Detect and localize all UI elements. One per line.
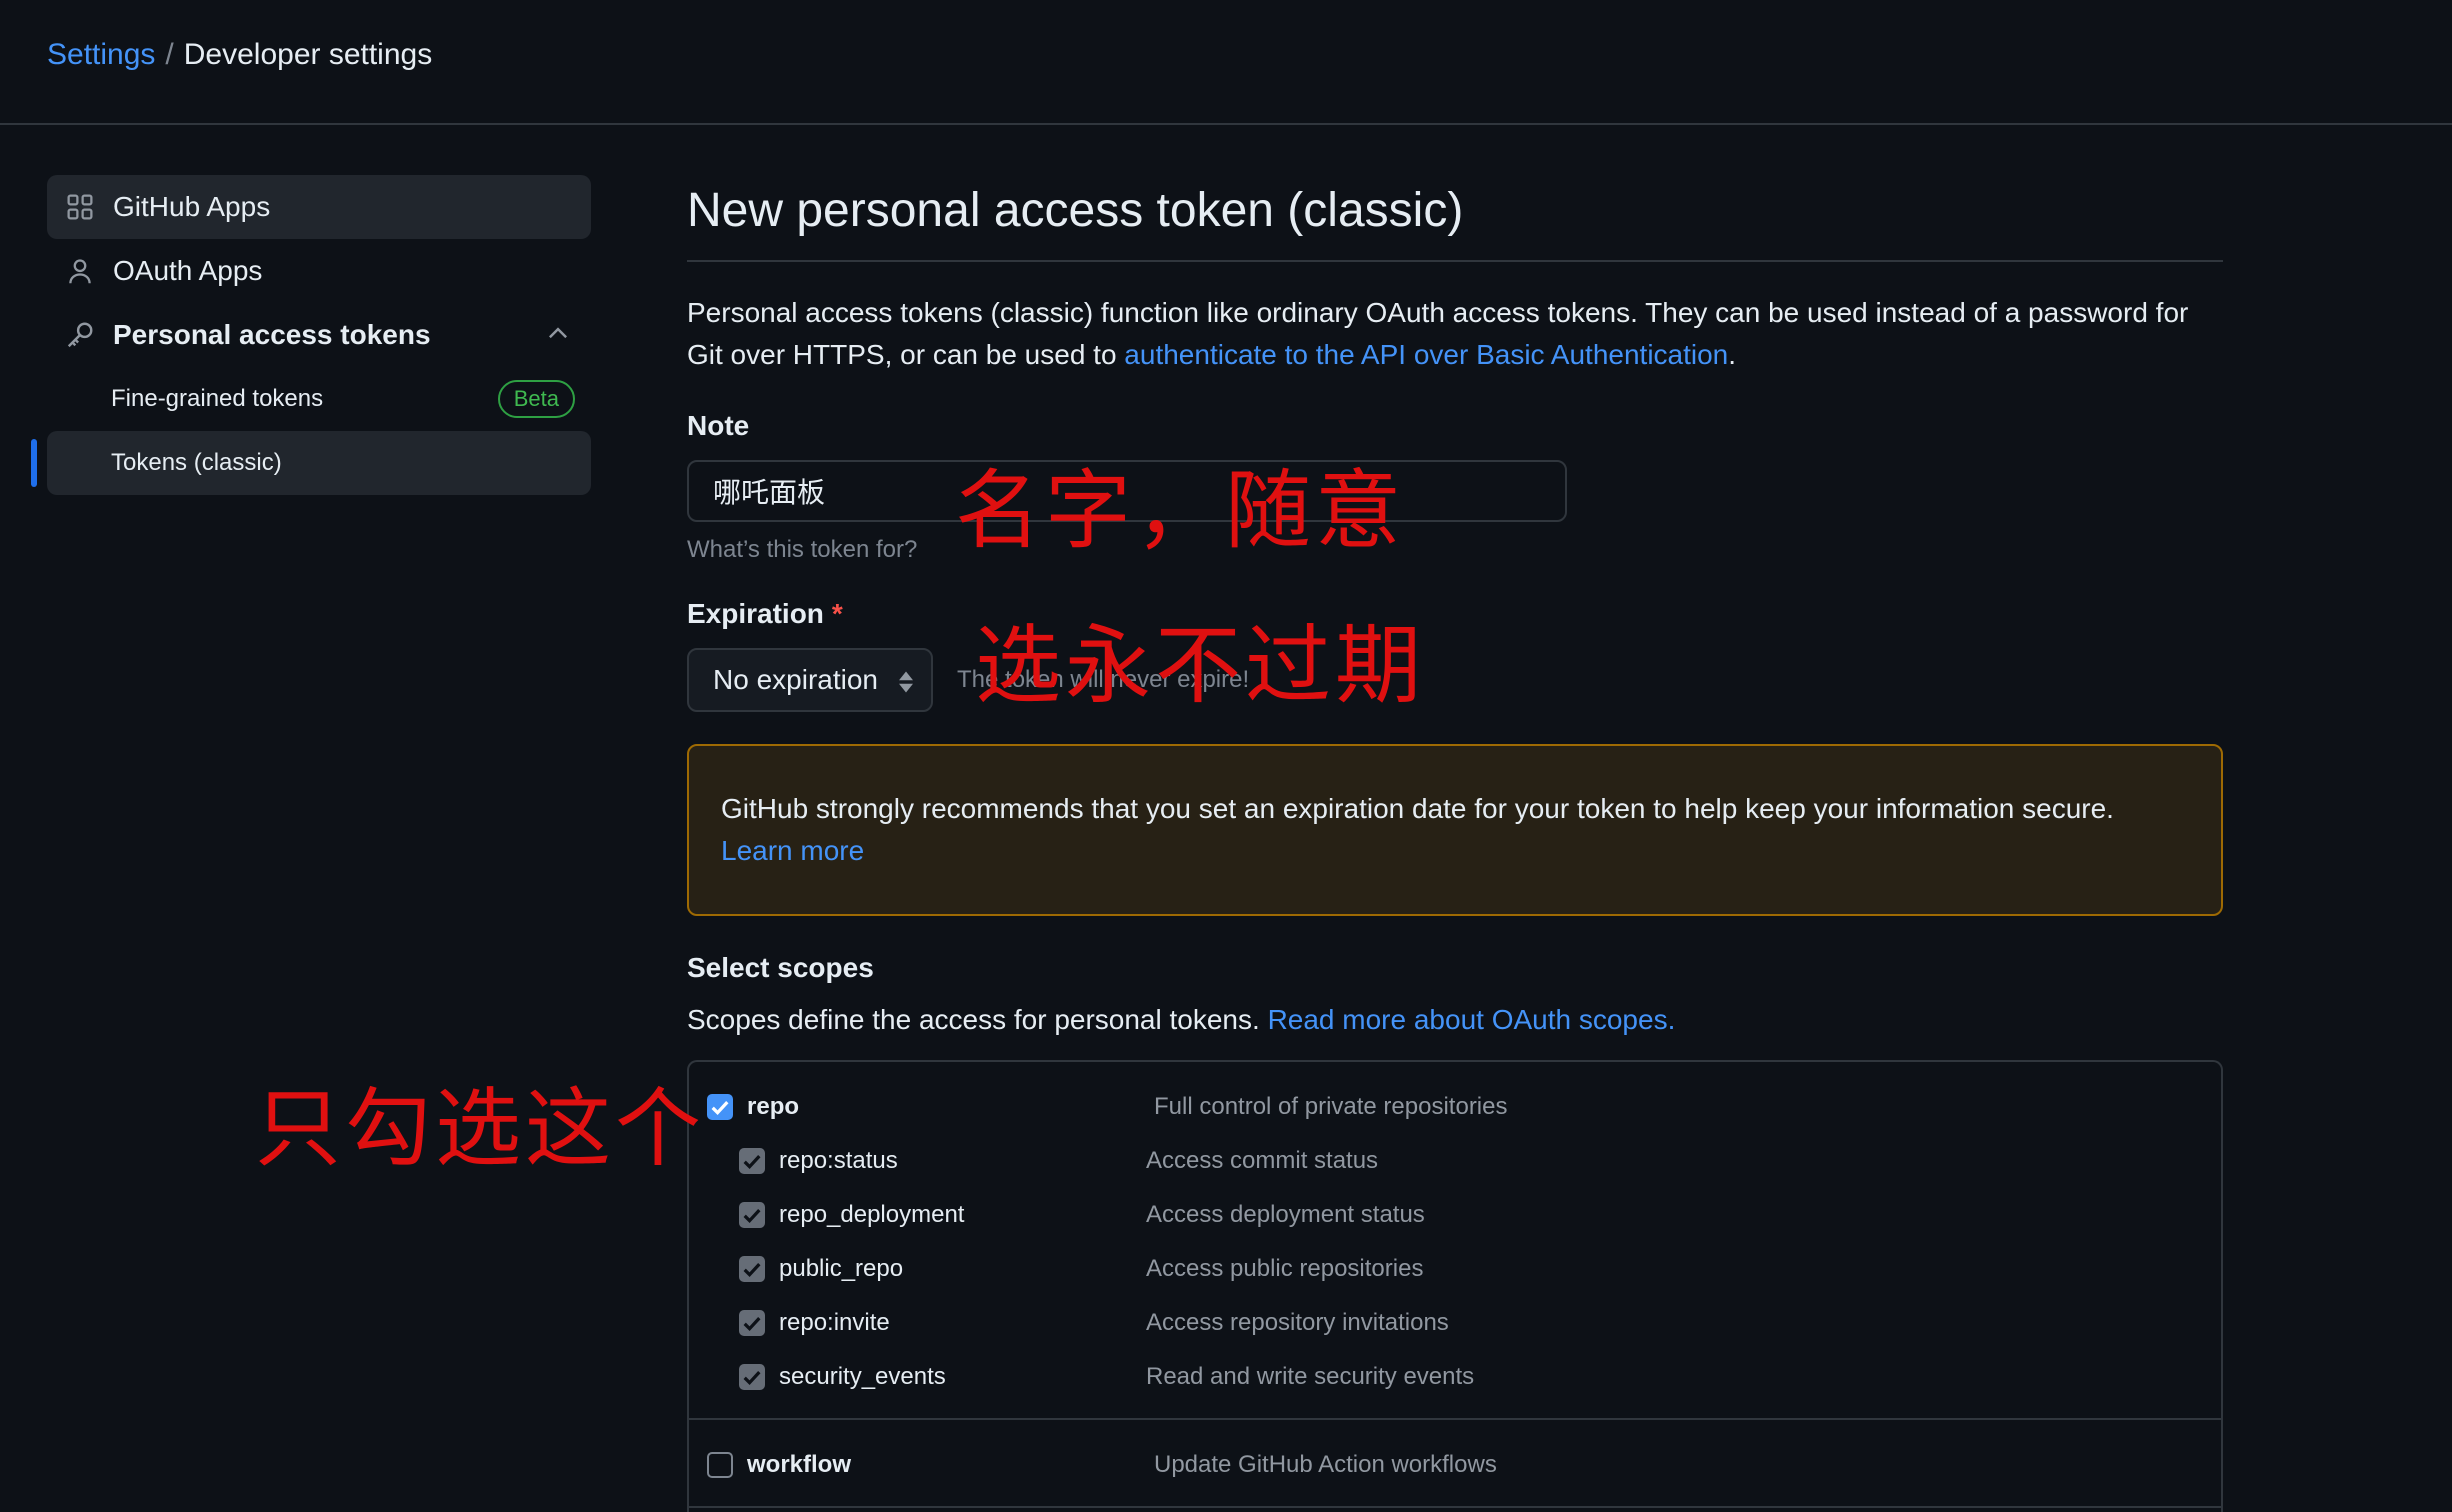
scopes-description: Scopes define the access for personal to…: [687, 1004, 2223, 1036]
scope-name: repo:invite: [779, 1309, 890, 1336]
annotation-scope: 只勾选这个: [255, 1079, 705, 1179]
basic-auth-link[interactable]: authenticate to the API over Basic Authe…: [1124, 339, 1728, 370]
breadcrumb-current: Developer settings: [183, 38, 433, 71]
scope-group-repo: repo Full control of private repositorie…: [689, 1062, 2221, 1420]
scope-desc: Update GitHub Action workflows: [1154, 1451, 1497, 1478]
sidebar-item-label: Tokens (classic): [111, 449, 282, 476]
scope-name: public_repo: [779, 1255, 904, 1282]
scope-desc: Full control of private repositories: [1154, 1093, 1508, 1120]
expiration-row: No expiration The token will never expir…: [687, 648, 2223, 712]
chevron-up-icon[interactable]: [545, 321, 571, 354]
expiration-label: Expiration *: [687, 598, 2223, 630]
sidebar: GitHub Apps OAuth Apps Personal access t…: [31, 175, 591, 495]
scope-name: repo: [747, 1093, 800, 1120]
scope-desc: Access repository invitations: [1146, 1309, 1449, 1336]
page-description: Personal access tokens (classic) functio…: [687, 292, 2223, 376]
key-icon: [63, 318, 97, 352]
page-title: New personal access token (classic): [687, 183, 2223, 262]
public-repo-checkbox[interactable]: [739, 1256, 765, 1282]
sidebar-item-label: OAuth Apps: [113, 255, 263, 286]
breadcrumb: Settings / Developer settings: [47, 38, 432, 72]
note-label: Note: [687, 410, 750, 441]
scope-row-public-repo: public_repo Access public repositories: [689, 1242, 2221, 1296]
repo-checkbox[interactable]: [707, 1094, 733, 1120]
breadcrumb-separator: /: [165, 38, 174, 71]
scope-row-repo-invite: repo:invite Access repository invitation…: [689, 1296, 2221, 1350]
scope-group-workflow: workflow Update GitHub Action workflows: [689, 1420, 2221, 1508]
annotation-name: 名字，随意: [955, 461, 1405, 561]
sidebar-item-fine-grained-tokens[interactable]: Fine-grained tokens Beta: [47, 367, 591, 431]
description-end: .: [1728, 339, 1737, 370]
sidebar-item-github-apps[interactable]: GitHub Apps: [47, 175, 591, 239]
repo-invite-checkbox[interactable]: [739, 1310, 765, 1336]
scope-row-repo-deployment: repo_deployment Access deployment status: [689, 1188, 2221, 1242]
expiration-select-value: No expiration: [713, 664, 878, 695]
expiration-warning: GitHub strongly recommends that you set …: [687, 744, 2223, 916]
scope-desc: Read and write security events: [1146, 1363, 1475, 1390]
scope-name: security_events: [779, 1363, 946, 1390]
scope-desc: Access commit status: [1146, 1147, 1379, 1174]
scopes-desc-text: Scopes define the access for personal to…: [687, 1004, 1268, 1035]
scope-row-repo: repo Full control of private repositorie…: [689, 1080, 2221, 1134]
sidebar-item-personal-access-tokens[interactable]: Personal access tokens: [47, 303, 591, 367]
expiration-select[interactable]: No expiration: [687, 648, 933, 712]
active-indicator: [31, 439, 37, 487]
scope-desc: Access deployment status: [1146, 1201, 1425, 1228]
repo-deployment-checkbox[interactable]: [739, 1202, 765, 1228]
select-arrows-icon: [897, 668, 915, 703]
apps-grid-icon: [63, 190, 97, 224]
sidebar-item-tokens-classic[interactable]: Tokens (classic): [31, 431, 591, 495]
scope-name: repo_deployment: [779, 1201, 965, 1228]
note-hint: What’s this token for?: [687, 536, 918, 563]
sidebar-item-oauth-apps[interactable]: OAuth Apps: [47, 239, 591, 303]
scope-desc: Access public repositories: [1146, 1255, 1424, 1282]
beta-badge: Beta: [497, 380, 575, 418]
scopes-title: Select scopes: [687, 952, 874, 983]
learn-more-link[interactable]: Learn more: [721, 835, 864, 866]
sidebar-item-label: GitHub Apps: [113, 191, 271, 222]
security-events-checkbox[interactable]: [739, 1364, 765, 1390]
oauth-scopes-link[interactable]: Read more about OAuth scopes.: [1268, 1004, 1676, 1035]
scope-name: repo:status: [779, 1147, 898, 1174]
top-bar: Settings / Developer settings: [0, 0, 2452, 125]
scope-row-security-events: security_events Read and write security …: [689, 1350, 2221, 1404]
scope-name: workflow: [747, 1451, 852, 1478]
annotation-expiration: 选永不过期: [975, 616, 1425, 716]
scope-row-workflow: workflow Update GitHub Action workflows: [689, 1438, 2221, 1492]
warning-text: GitHub strongly recommends that you set …: [721, 793, 2114, 824]
repo-status-checkbox[interactable]: [739, 1148, 765, 1174]
scopes-list: repo Full control of private repositorie…: [687, 1060, 2223, 1512]
workflow-checkbox[interactable]: [707, 1452, 733, 1478]
breadcrumb-settings-link[interactable]: Settings: [47, 38, 155, 71]
expiration-label-text: Expiration: [687, 598, 824, 629]
required-mark: *: [831, 598, 843, 629]
person-icon: [63, 254, 97, 288]
main-content: New personal access token (classic) Pers…: [687, 175, 2223, 1512]
sidebar-item-label: Fine-grained tokens: [111, 385, 324, 412]
sidebar-item-label: Personal access tokens: [113, 319, 431, 350]
scope-row-repo-status: repo:status Access commit status: [689, 1134, 2221, 1188]
